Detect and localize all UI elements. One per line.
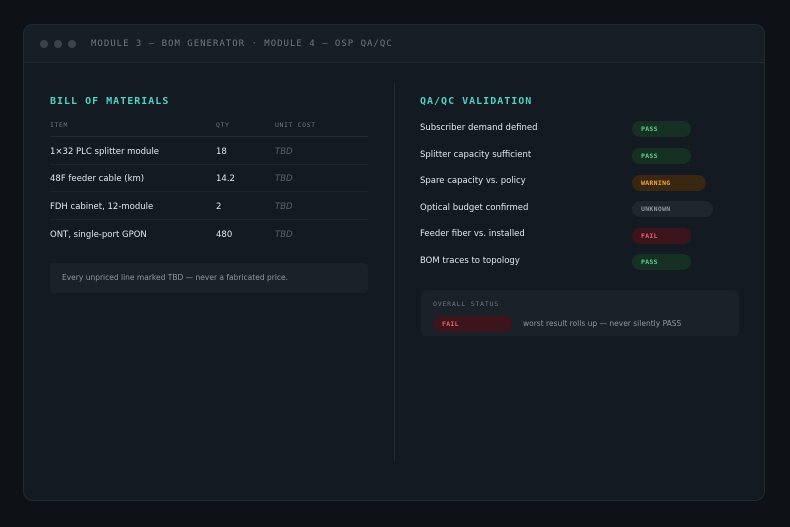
- qa-heading: QA/QC VALIDATION: [420, 96, 533, 107]
- qa-check-row: Spare capacity vs. policy WARNING: [420, 173, 720, 193]
- bom-qty: 2: [216, 202, 222, 212]
- qa-check-label: Splitter capacity sufficient: [420, 150, 532, 160]
- panel-divider: [394, 83, 395, 461]
- bom-qty: 18: [216, 147, 227, 157]
- qa-check-row: Feeder fiber vs. installed FAIL: [420, 226, 720, 246]
- qa-check-row: BOM traces to topology PASS: [420, 253, 720, 273]
- qa-check-row: Optical budget confirmed UNKNOWN: [420, 200, 720, 220]
- qa-check-row: Subscriber demand defined PASS: [420, 120, 720, 140]
- qa-check-label: Subscriber demand defined: [420, 123, 538, 133]
- bom-note: Every unpriced line marked TBD — never a…: [50, 263, 368, 293]
- window-close-dot[interactable]: [40, 39, 48, 48]
- status-badge: PASS: [632, 254, 691, 270]
- bom-qty: 480: [216, 230, 233, 240]
- qa-check-label: Feeder fiber vs. installed: [420, 229, 525, 239]
- status-badge: PASS: [632, 121, 691, 137]
- bom-unit-cost: TBD: [275, 202, 293, 212]
- window-title: MODULE 3 — BOM GENERATOR · MODULE 4 — OS…: [91, 38, 393, 49]
- col-unit-cost-header: UNIT COST: [275, 121, 316, 129]
- table-row: ONT, single-port GPON 480 TBD: [50, 221, 368, 248]
- bom-unit-cost: TBD: [275, 230, 293, 240]
- qa-check-row: Splitter capacity sufficient PASS: [420, 147, 720, 167]
- bom-item: FDH cabinet, 12-module: [50, 202, 154, 212]
- app-window: MODULE 3 — BOM GENERATOR · MODULE 4 — OS…: [23, 24, 765, 501]
- table-row: 48F feeder cable (km) 14.2 TBD: [50, 165, 368, 192]
- overall-status-text: worst result rolls up — never silently P…: [523, 319, 682, 328]
- overall-status-panel: OVERALL STATUS FAIL worst result rolls u…: [421, 290, 739, 336]
- window-minimize-dot[interactable]: [54, 39, 62, 48]
- overall-status-label: OVERALL STATUS: [433, 300, 499, 308]
- table-row: FDH cabinet, 12-module 2 TBD: [50, 193, 368, 220]
- qa-check-label: BOM traces to topology: [420, 256, 520, 266]
- bom-item: 1×32 PLC splitter module: [50, 147, 160, 157]
- table-row: 1×32 PLC splitter module 18 TBD: [50, 138, 368, 165]
- window-maximize-dot[interactable]: [68, 39, 76, 48]
- qa-check-label: Spare capacity vs. policy: [420, 176, 526, 186]
- col-qty-header: QTY: [216, 121, 230, 129]
- status-badge: UNKNOWN: [632, 201, 713, 217]
- bom-table-header: ITEM QTY UNIT COST: [50, 121, 368, 137]
- bom-unit-cost: TBD: [275, 147, 293, 157]
- bom-item: ONT, single-port GPON: [50, 230, 147, 240]
- bom-qty: 14.2: [216, 174, 235, 184]
- col-item-header: ITEM: [50, 121, 69, 129]
- bom-heading: BILL OF MATERIALS: [50, 96, 170, 107]
- status-badge: FAIL: [632, 228, 691, 244]
- title-bar: MODULE 3 — BOM GENERATOR · MODULE 4 — OS…: [24, 25, 764, 63]
- qa-check-label: Optical budget confirmed: [420, 203, 529, 213]
- status-badge: PASS: [632, 148, 691, 164]
- bom-unit-cost: TBD: [275, 174, 293, 184]
- status-badge: WARNING: [632, 175, 706, 191]
- overall-status-badge: FAIL: [433, 316, 512, 332]
- bom-item: 48F feeder cable (km): [50, 174, 145, 184]
